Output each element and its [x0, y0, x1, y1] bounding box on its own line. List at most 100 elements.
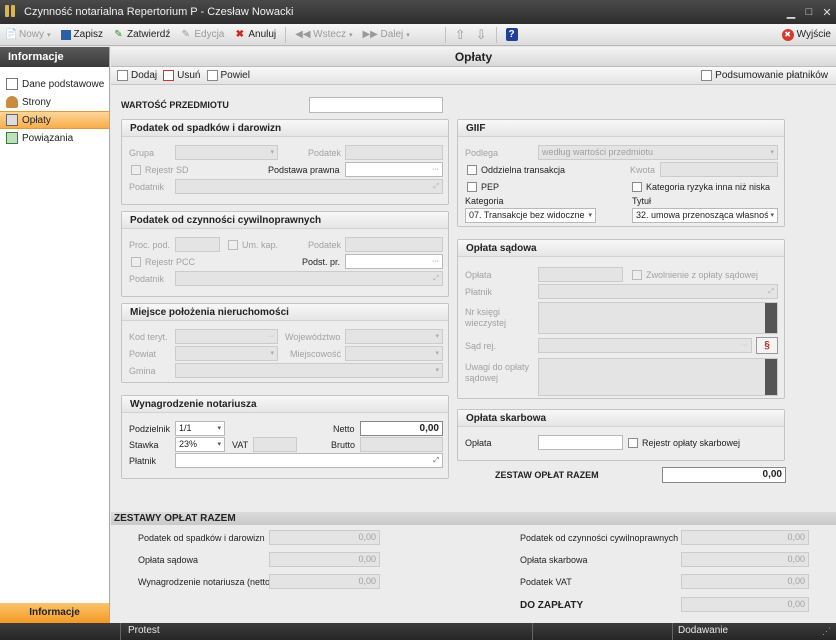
group-select[interactable]: ▾ [175, 145, 278, 160]
stamp-register-checkbox[interactable] [628, 438, 638, 448]
county-label: Powiat [129, 349, 157, 359]
notary-fee-header: Wynagrodzenie notariusza [122, 396, 448, 413]
subject-select[interactable]: według wartości przedmiotu ▾ [538, 145, 778, 160]
city-label: Miejscowość [290, 349, 342, 359]
sidebar-footer-tab[interactable]: Informacje [0, 603, 109, 623]
register-pcc-checkbox[interactable] [131, 257, 141, 267]
sidebar-item-dane-podstawowe[interactable]: Dane podstawowe [0, 75, 109, 93]
subject-value-input[interactable] [309, 97, 443, 113]
percent-input[interactable] [175, 237, 220, 252]
main-panel: Opłaty Dodaj Usuń Powiel Podsumowanie pł… [111, 47, 836, 623]
net-label: Netto [333, 424, 355, 434]
add-button[interactable]: Dodaj [117, 70, 157, 81]
edit-icon: ✎ [181, 29, 191, 40]
summary-stamp-value: 0,00 [681, 552, 809, 567]
property-location-group: Miejsce położenia nieruchomości Kod tery… [121, 303, 449, 383]
city-select[interactable]: ▾ [345, 346, 443, 361]
window-title: Czynność notarialna Repertorium P - Czes… [24, 6, 294, 18]
resize-grip-icon[interactable]: ⋰ [822, 626, 831, 637]
maximize-icon[interactable]: □ [800, 6, 818, 18]
fee-payer-label: Płatnik [129, 456, 157, 466]
pcc-tax-input[interactable] [345, 237, 443, 252]
fee-payer-input[interactable]: ⤢ [175, 453, 443, 468]
payer-summary-button[interactable]: Podsumowanie płatników [701, 70, 828, 81]
court-fee-group: Opłata sądowa Opłata Zwolnienie z opłaty… [457, 239, 785, 399]
amount-label: Kwota [630, 165, 656, 175]
vat-input[interactable] [253, 437, 297, 452]
pcc-legal-basis-label: Podst. pr. [302, 257, 341, 267]
court-lookup-icon[interactable]: § [756, 337, 778, 354]
repeat-button[interactable]: Powiel [206, 70, 250, 81]
move-down-icon[interactable]: ⇩ [474, 26, 489, 44]
help-icon: ? [505, 28, 518, 41]
pep-label: PEP [481, 182, 500, 192]
new-button[interactable]: 📄 Nowy ▾ [3, 26, 53, 44]
sidebar-item-powiazania[interactable]: Powiązania [0, 129, 109, 147]
status-bar: Protest Dodawanie ⋰ [0, 623, 836, 640]
risk-category-checkbox[interactable] [632, 182, 642, 192]
voivodeship-select[interactable]: ▾ [345, 329, 443, 344]
um-kap-checkbox[interactable] [228, 240, 238, 250]
amount-input[interactable] [660, 162, 778, 177]
pcc-payer-input[interactable]: ⤢ [175, 271, 443, 286]
summary-icon [701, 70, 713, 81]
voivodeship-label: Województwo [285, 332, 341, 342]
legal-basis-input[interactable]: ··· [345, 162, 443, 177]
document-icon [6, 78, 18, 90]
help-button[interactable]: ? [504, 26, 520, 44]
stamp-fee-input[interactable] [538, 435, 623, 450]
commune-select[interactable]: ▾ [175, 363, 443, 378]
close-icon[interactable]: ✕ [818, 6, 836, 19]
move-up-icon[interactable]: ⇧ [453, 26, 468, 44]
exit-button[interactable]: ✖ Wyjście [780, 26, 833, 44]
toolbar-divider [444, 26, 446, 43]
county-select[interactable]: ▾ [175, 346, 278, 361]
minimize-icon[interactable]: ▁ [782, 6, 800, 19]
edit-button[interactable]: ✎ Edycja [178, 26, 226, 44]
delete-icon [163, 70, 175, 81]
summary-due-label: DO ZAPŁATY [520, 600, 584, 611]
book-no-input[interactable] [538, 302, 778, 334]
court-fee-input[interactable] [538, 267, 623, 282]
net-input[interactable]: 0,00 [360, 421, 443, 436]
court-payer-input[interactable]: ⤢ [538, 284, 778, 299]
kod-label: Kod teryt. [129, 332, 168, 342]
exempt-checkbox[interactable] [632, 270, 642, 280]
title-select[interactable]: 32. umowa przenosząca własność ▾ [632, 208, 778, 223]
summary-header: ZESTAWY OPŁAT RAZEM [111, 512, 836, 525]
sidebar: Informacje Dane podstawowe Strony Opłaty… [0, 47, 110, 623]
gross-input[interactable] [360, 437, 443, 452]
payer-input[interactable]: ⤢ [175, 179, 443, 194]
back-button[interactable]: ◀◀ Wstecz ▾ [293, 26, 354, 44]
rate-select[interactable]: 23% ▾ [175, 437, 225, 452]
sidebar-item-oplaty[interactable]: Opłaty [0, 111, 109, 129]
app-icon [5, 5, 19, 19]
next-button[interactable]: ▶▶ Dalej ▾ [360, 26, 411, 44]
separate-transaction-checkbox[interactable] [467, 165, 477, 175]
cancel-button[interactable]: ✖ Anuluj [232, 26, 278, 44]
divisor-select[interactable]: 1/1 ▾ [175, 421, 225, 436]
kod-input[interactable]: ··· [175, 329, 278, 344]
toolbar-divider [495, 26, 497, 43]
register-sd-checkbox[interactable] [131, 165, 141, 175]
gross-label: Brutto [331, 440, 356, 450]
tax-input[interactable] [345, 145, 443, 160]
sidebar-header: Informacje [0, 47, 109, 67]
add-icon [117, 70, 128, 81]
notes-input[interactable] [538, 358, 778, 396]
approve-button[interactable]: ✎ Zatwierdź [111, 26, 172, 44]
tax-label: Podatek [308, 148, 342, 158]
subject-value-label: WARTOŚĆ PRZEDMIOTU [121, 100, 229, 110]
risk-category-label: Kategoria ryzyka inna niż niska [646, 182, 771, 192]
pcc-legal-basis-input[interactable]: ··· [345, 254, 443, 269]
save-button[interactable]: Zapisz [59, 26, 105, 44]
delete-button[interactable]: Usuń [163, 70, 201, 81]
status-right: Dodawanie [678, 625, 729, 636]
court-reg-input[interactable]: ··· [538, 338, 752, 353]
category-select[interactable]: 07. Transakcje bez widoczne ▾ [465, 208, 596, 223]
separate-transaction-label: Oddzielna transakcja [481, 165, 566, 175]
stamp-register-label: Rejestr opłaty skarbowej [642, 438, 741, 448]
pep-checkbox[interactable] [467, 182, 477, 192]
sidebar-item-strony[interactable]: Strony [0, 93, 109, 111]
rate-label: Stawka [129, 440, 159, 450]
